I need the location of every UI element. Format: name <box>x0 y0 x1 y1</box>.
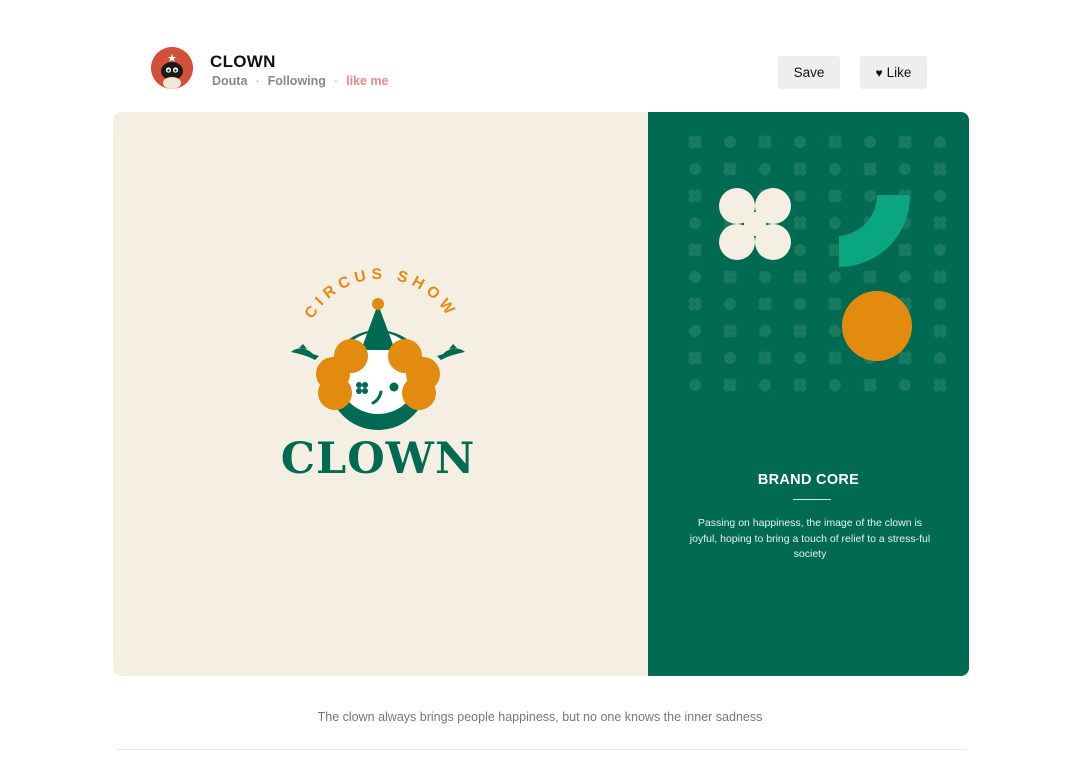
author-link[interactable]: Douta <box>212 74 247 88</box>
like-button-label: Like <box>886 65 912 80</box>
brand-core-description: Passing on happiness, the image of the c… <box>689 517 931 560</box>
post-meta: Douta · Following · like me <box>212 74 388 88</box>
artwork-image[interactable]: CIRCUS SHOW CLOWN BRAND CORE Passing on … <box>113 112 969 676</box>
quarter-arc-shape <box>839 195 911 267</box>
logo-wordmark: CLOWN <box>280 434 476 484</box>
avatar[interactable] <box>151 47 193 89</box>
brand-shapes <box>719 188 912 361</box>
separator-dot: · <box>255 74 260 88</box>
following-link[interactable]: Following <box>268 74 326 88</box>
title-underline <box>793 499 831 500</box>
post-title: CLOWN <box>210 52 276 71</box>
clown-logo-graphic: CIRCUS SHOW <box>291 266 465 430</box>
like-me-link[interactable]: like me <box>346 74 388 88</box>
brand-core-panel: BRAND CORE Passing on happiness, the ima… <box>648 112 969 676</box>
like-button[interactable]: ♥ Like <box>860 56 927 89</box>
heart-icon: ♥ <box>875 65 883 80</box>
post-header: CLOWN Douta · Following · like me Save ♥ Like <box>151 46 927 92</box>
image-caption: The clown always brings people happiness… <box>317 710 763 724</box>
save-button-label: Save <box>793 65 825 80</box>
separator-dot: · <box>333 74 339 88</box>
brand-core-title: BRAND CORE <box>757 472 860 488</box>
avatar-illustration <box>151 47 193 89</box>
save-button[interactable]: Save <box>778 56 840 89</box>
logo-panel: CIRCUS SHOW CLOWN <box>113 112 648 676</box>
orange-circle-shape <box>842 291 912 361</box>
divider <box>116 749 966 750</box>
cross-shape <box>719 188 791 260</box>
clown-logo: CIRCUS SHOW CLOWN <box>273 262 483 492</box>
